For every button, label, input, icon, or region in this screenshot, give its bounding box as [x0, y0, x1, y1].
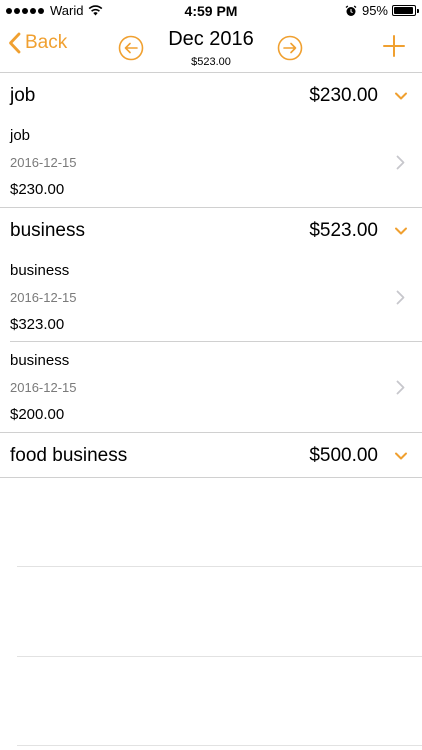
chevron-right-icon	[396, 380, 405, 395]
section-name: business	[10, 220, 85, 241]
chevron-right-icon	[396, 155, 405, 170]
chevron-down-icon	[395, 227, 407, 235]
month-title: Dec 2016	[168, 28, 254, 50]
entry-amount: $230.00	[10, 181, 65, 198]
next-month-icon[interactable]	[277, 35, 303, 61]
entry-date: 2016-12-15	[10, 380, 77, 395]
section-total: $523.00	[309, 220, 378, 241]
battery-percent: 95%	[361, 3, 388, 18]
chevron-left-icon	[9, 32, 21, 54]
status-bar-right: 95%	[345, 3, 419, 18]
section-header[interactable]: business $523.00	[0, 208, 422, 253]
alarm-icon	[345, 5, 357, 16]
section-header[interactable]: food business $500.00	[0, 433, 422, 478]
section-total: $500.00	[309, 445, 378, 466]
list-item[interactable]: business 2016-12-15 $200.00	[0, 342, 422, 432]
entry-name: business	[10, 262, 70, 279]
navigation-bar: Back Dec 2016 $523.00	[0, 22, 422, 72]
chevron-down-icon	[395, 452, 407, 460]
list-item[interactable]: business 2016-12-15 $323.00	[0, 252, 422, 342]
entry-date: 2016-12-15	[10, 290, 77, 305]
status-bar: Warid 4:59 PM 95%	[0, 0, 422, 22]
back-button[interactable]: Back	[8, 32, 67, 54]
row-divider	[0, 477, 422, 478]
list-item[interactable]: job 2016-12-15 $230.00	[0, 117, 422, 207]
chevron-right-icon	[396, 290, 405, 305]
previous-month-icon[interactable]	[118, 35, 144, 61]
empty-row-divider	[17, 745, 422, 746]
section-name: job	[10, 85, 36, 106]
empty-row-divider	[17, 566, 422, 567]
entry-amount: $200.00	[10, 406, 65, 423]
entry-amount: $323.00	[10, 316, 65, 333]
entry-date: 2016-12-15	[10, 155, 77, 170]
entry-name: job	[10, 127, 31, 144]
battery-level	[394, 7, 413, 14]
plus-icon[interactable]	[382, 34, 406, 58]
section-total: $230.00	[309, 85, 378, 106]
section-header[interactable]: job $230.00	[0, 73, 422, 118]
section-name: food business	[10, 445, 128, 466]
back-button-label: Back	[25, 32, 68, 53]
chevron-down-icon	[395, 92, 407, 100]
battery-icon	[392, 5, 419, 16]
empty-row-divider	[17, 656, 422, 657]
month-total: $523.00	[191, 56, 231, 68]
entry-name: business	[10, 352, 70, 369]
